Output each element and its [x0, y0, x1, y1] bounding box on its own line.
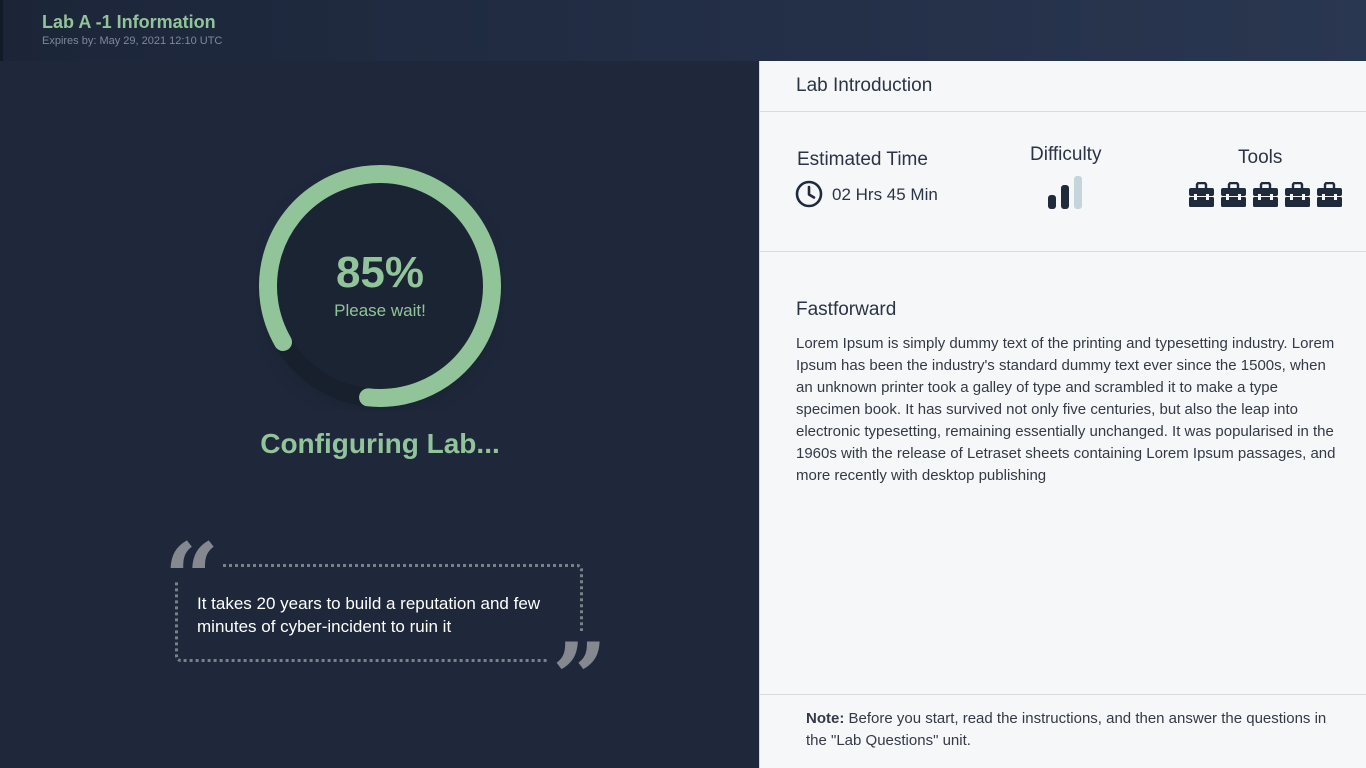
difficulty-bar: [1061, 185, 1069, 209]
clock-icon: [795, 180, 823, 208]
status-text: Configuring Lab...: [260, 428, 500, 459]
divider: [760, 111, 1366, 112]
note-label: Note:: [806, 710, 845, 727]
tools-label: Tools: [1238, 147, 1283, 168]
page-title: Lab A -1 Information: [42, 12, 216, 32]
divider: [760, 251, 1366, 252]
signal-bars-icon: [1048, 176, 1082, 209]
toolbox-icon: [1188, 181, 1215, 208]
lab-introduction-panel: Lab Introduction Estimated Time 02 Hrs 4…: [759, 61, 1366, 768]
tools-icons: [1188, 181, 1348, 208]
expiry-text: Expires by: May 29, 2021 12:10 UTC: [42, 35, 223, 47]
progress-ring: 85% Please wait!: [255, 161, 505, 411]
quote-text: It takes 20 years to build a reputation …: [197, 594, 541, 636]
note: Note: Before you start, read the instruc…: [806, 708, 1351, 752]
toolbox-icon: [1316, 181, 1343, 208]
progress-percent: 85%: [335, 248, 425, 297]
toolbox-icon: [1220, 181, 1247, 208]
section-body: Lorem Ipsum is simply dummy text of the …: [796, 335, 1336, 484]
panel-title: Lab Introduction: [796, 75, 933, 96]
progress-message: Please wait!: [334, 301, 426, 320]
difficulty-bar: [1074, 176, 1082, 209]
toolbox-icon: [1252, 181, 1279, 208]
close-quote-icon: ”: [548, 631, 612, 681]
estimated-time-label: Estimated Time: [797, 149, 928, 170]
divider: [760, 694, 1366, 695]
estimated-time-value: 02 Hrs 45 Min: [832, 185, 938, 204]
difficulty-bar: [1048, 195, 1056, 209]
open-quote-icon: “: [160, 531, 224, 581]
note-text: Before you start, read the instructions,…: [806, 710, 1327, 749]
lab-progress-panel: 85% Please wait! Configuring Lab... “ ” …: [0, 61, 759, 768]
toolbox-icon: [1284, 181, 1311, 208]
top-bar: Lab A -1 Information Expires by: May 29,…: [0, 0, 1366, 61]
section-title: Fastforward: [796, 299, 897, 320]
difficulty-label: Difficulty: [1030, 144, 1102, 165]
